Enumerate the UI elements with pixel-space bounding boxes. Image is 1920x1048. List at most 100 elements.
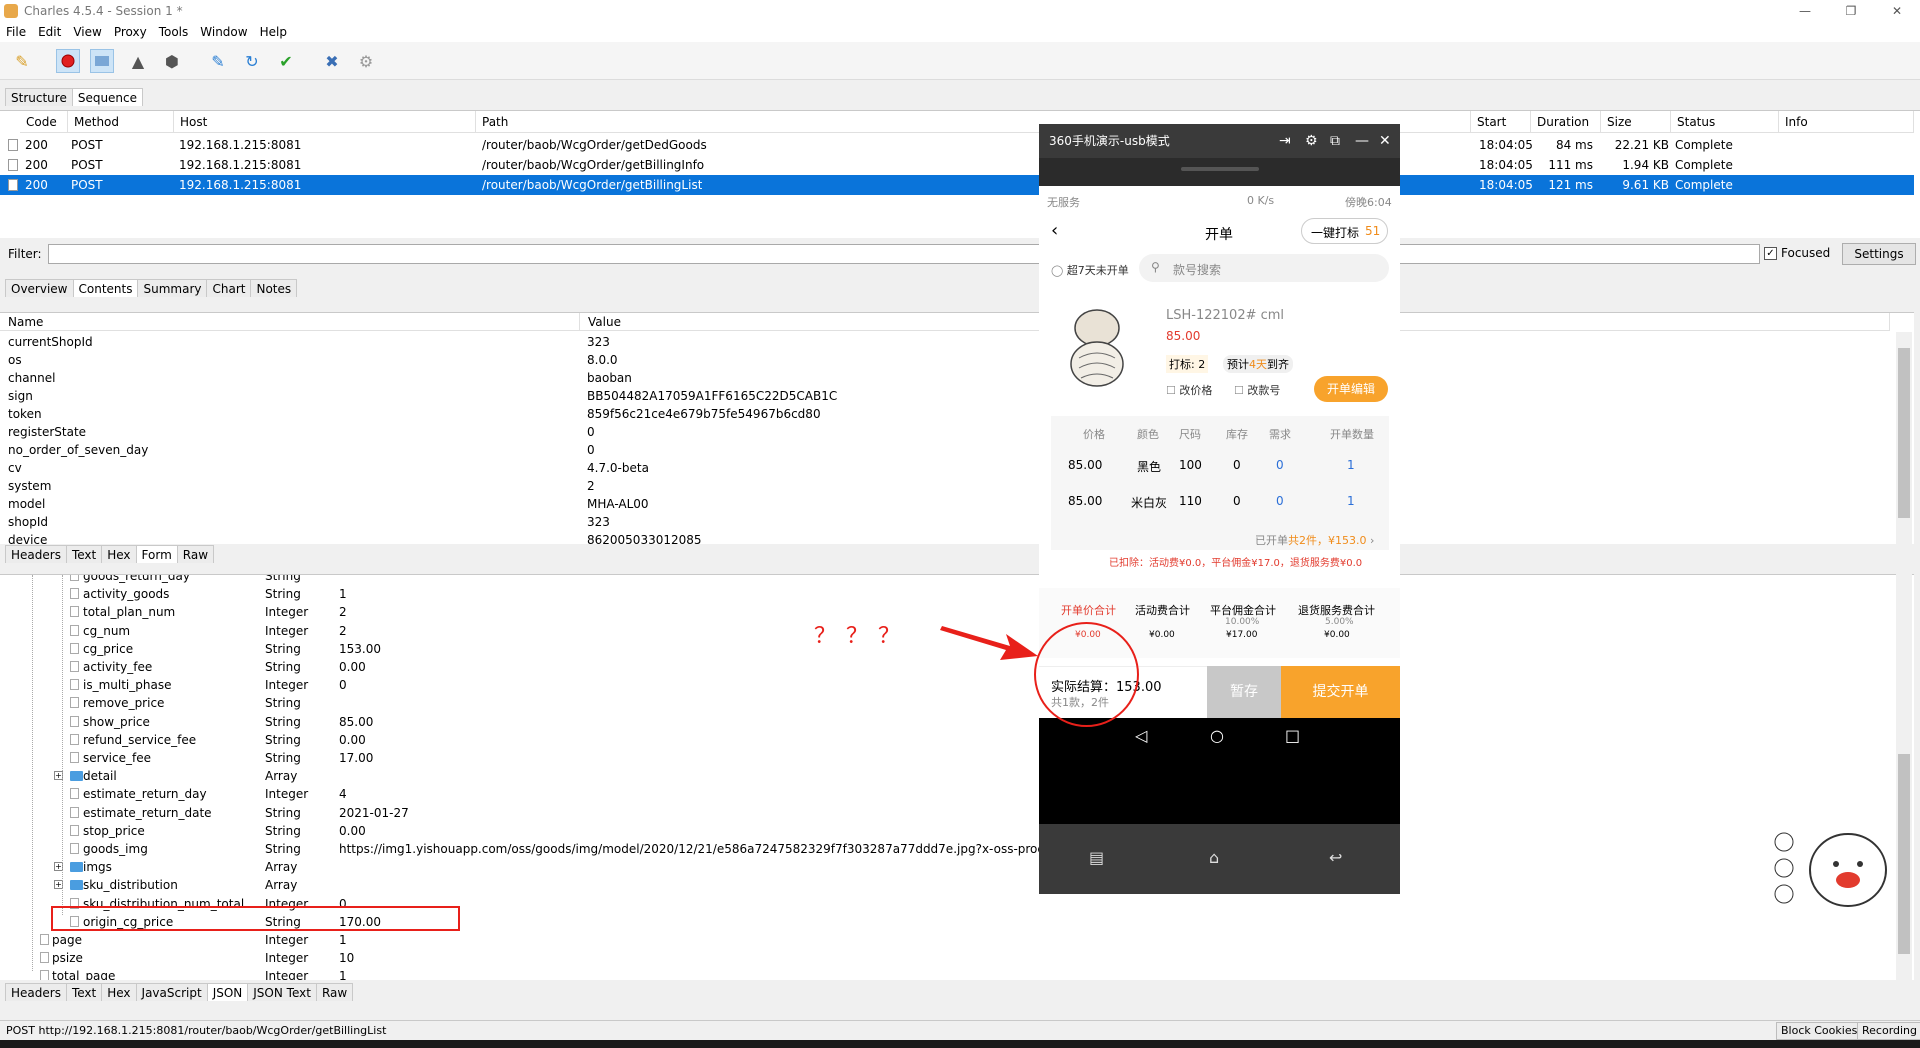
scroll-thumb[interactable] xyxy=(1898,754,1910,954)
pin-icon[interactable]: ⇥ xyxy=(1279,124,1291,158)
breakpoint-icon[interactable]: ⬢ xyxy=(160,49,184,73)
phone-settings-icon[interactable]: ⚙ xyxy=(1305,124,1318,158)
json-tree-row[interactable]: estimate_return_date String 2021-01-27 xyxy=(0,804,1100,822)
phone-close-icon[interactable]: ✕ xyxy=(1379,124,1391,158)
tab-res-headers[interactable]: Headers xyxy=(5,983,67,1001)
json-tree-row[interactable]: refund_service_fee String 0.00 xyxy=(0,731,1100,749)
tab-req-form[interactable]: Form xyxy=(135,545,178,563)
json-tree-row[interactable]: activity_goods String 1 xyxy=(0,585,1100,603)
filter-input[interactable] xyxy=(48,244,1760,264)
json-tree-row[interactable]: page Integer 1 xyxy=(0,931,1100,949)
settings-gear-icon[interactable]: ⚙ xyxy=(354,49,378,73)
json-tree-row[interactable]: is_multi_phase Integer 0 xyxy=(0,676,1100,694)
col-method[interactable]: Method xyxy=(68,111,174,133)
json-tree-row[interactable]: cg_price String 153.00 xyxy=(0,640,1100,658)
menu-help[interactable]: Help xyxy=(260,25,287,39)
menu-edit[interactable]: Edit xyxy=(38,25,61,39)
block-cookies-button[interactable]: Block Cookies xyxy=(1776,1022,1863,1040)
json-tree-row[interactable]: + imgs Array xyxy=(0,858,1100,876)
tab-res-json-text[interactable]: JSON Text xyxy=(247,983,317,1001)
tab-overview[interactable]: Overview xyxy=(5,279,74,297)
tab-chart[interactable]: Chart xyxy=(206,279,252,297)
json-tree-row[interactable]: + sku_distribution Array xyxy=(0,876,1100,894)
billed-summary[interactable]: 已开单共2件，¥153.0 › xyxy=(1255,532,1374,548)
minimize-button[interactable]: — xyxy=(1782,0,1828,22)
goods-thumbnail[interactable] xyxy=(1049,298,1145,394)
recent-apps-icon[interactable]: ▤ xyxy=(1089,848,1104,867)
json-tree-row[interactable]: + detail Array xyxy=(0,767,1100,785)
return-icon[interactable]: ↩ xyxy=(1329,848,1342,867)
table-row[interactable]: 200 POST 192.168.1.215:8081 /router/baob… xyxy=(0,155,1914,175)
tab-req-hex[interactable]: Hex xyxy=(101,545,137,563)
menu-window[interactable]: Window xyxy=(200,25,247,39)
tab-req-headers[interactable]: Headers xyxy=(5,545,67,563)
col-start[interactable]: Start xyxy=(1471,111,1531,133)
col-duration[interactable]: Duration xyxy=(1531,111,1601,133)
nav-back-icon[interactable]: ◁ xyxy=(1135,726,1147,745)
tab-res-hex[interactable]: Hex xyxy=(101,983,137,1001)
code-search-input[interactable]: ⚲ 款号搜索 xyxy=(1139,254,1389,282)
mark-all-button[interactable]: 一键打标 51 xyxy=(1301,218,1388,244)
json-tree-row[interactable]: estimate_return_day Integer 4 xyxy=(0,785,1100,803)
validate-icon[interactable]: ✔ xyxy=(274,49,298,73)
tab-structure[interactable]: Structure xyxy=(5,88,73,106)
submit-billing-button[interactable]: 提交开单 xyxy=(1281,666,1400,718)
change-price-checkbox[interactable]: ☐ 改价格 xyxy=(1166,382,1212,398)
turtle-icon[interactable]: ▲ xyxy=(126,49,150,73)
json-tree-row[interactable]: service_fee String 17.00 xyxy=(0,749,1100,767)
col-code[interactable]: Code xyxy=(20,111,68,133)
form-col-name[interactable]: Name xyxy=(0,313,580,331)
compose-icon[interactable]: ✎ xyxy=(206,49,230,73)
fullscreen-icon[interactable]: ⧉ xyxy=(1330,124,1340,158)
nav-home-icon[interactable]: ○ xyxy=(1210,726,1224,745)
tab-req-text[interactable]: Text xyxy=(65,545,103,563)
table-row[interactable]: 200 POST 192.168.1.215:8081 /router/baob… xyxy=(0,135,1914,155)
tab-summary[interactable]: Summary xyxy=(137,279,208,297)
unbilled-7days-filter[interactable]: ◯ 超7天未开单 xyxy=(1051,262,1129,278)
tab-sequence[interactable]: Sequence xyxy=(71,88,144,106)
col-size[interactable]: Size xyxy=(1601,111,1671,133)
settings-button[interactable]: Settings xyxy=(1842,243,1916,265)
tab-res-json[interactable]: JSON xyxy=(206,983,249,1001)
sku-quantity[interactable]: 1 xyxy=(1347,494,1355,508)
tab-notes[interactable]: Notes xyxy=(250,279,298,297)
menu-view[interactable]: View xyxy=(73,25,101,39)
tab-res-text[interactable]: Text xyxy=(65,983,103,1001)
json-tree-row[interactable]: stop_price String 0.00 xyxy=(0,822,1100,840)
save-draft-button[interactable]: 暂存 xyxy=(1207,666,1281,718)
json-tree-row[interactable]: goods_return_day String xyxy=(0,575,1100,585)
form-scrollbar[interactable] xyxy=(1896,332,1912,544)
json-tree-row[interactable]: total_page Integer 1 xyxy=(0,967,1100,980)
json-tree-row[interactable]: goods_img String https://img1.yishouapp.co… xyxy=(0,840,1100,858)
json-tree-row[interactable]: activity_fee String 0.00 xyxy=(0,658,1100,676)
focused-checkbox[interactable]: ✓ Focused xyxy=(1764,246,1830,260)
drag-handle[interactable] xyxy=(1181,167,1259,171)
back-arrow-icon[interactable]: ‹ xyxy=(1051,220,1058,241)
col-status[interactable]: Status xyxy=(1671,111,1779,133)
json-scrollbar[interactable] xyxy=(1896,574,1912,980)
broom-icon[interactable]: ✎ xyxy=(10,49,34,73)
recording-button[interactable]: Recording xyxy=(1857,1022,1920,1040)
throttle-button[interactable] xyxy=(90,49,114,73)
table-row-selected[interactable]: 200 POST 192.168.1.215:8081 /router/baob… xyxy=(0,175,1914,195)
menu-proxy[interactable]: Proxy xyxy=(114,25,147,39)
nav-recent-icon[interactable]: □ xyxy=(1285,726,1300,745)
restore-button[interactable]: ❐ xyxy=(1828,0,1874,22)
tab-res-javascript[interactable]: JavaScript xyxy=(135,983,208,1001)
close-button[interactable]: ✕ xyxy=(1874,0,1920,22)
menu-tools[interactable]: Tools xyxy=(159,25,189,39)
scroll-thumb[interactable] xyxy=(1898,348,1910,518)
phone-minimize-icon[interactable]: — xyxy=(1355,124,1369,158)
sku-quantity[interactable]: 1 xyxy=(1347,458,1355,472)
json-tree-row[interactable]: show_price String 85.00 xyxy=(0,713,1100,731)
tab-res-raw[interactable]: Raw xyxy=(315,983,354,1001)
menu-file[interactable]: File xyxy=(6,25,26,39)
json-tree-row[interactable]: psize Integer 10 xyxy=(0,949,1100,967)
edit-billing-button[interactable]: 开单编辑 xyxy=(1314,376,1388,402)
col-info[interactable]: Info xyxy=(1779,111,1914,133)
col-host[interactable]: Host xyxy=(174,111,476,133)
json-tree-row[interactable]: total_plan_num Integer 2 xyxy=(0,603,1100,621)
tab-req-raw[interactable]: Raw xyxy=(176,545,215,563)
repeat-icon[interactable]: ↻ xyxy=(240,49,264,73)
change-code-checkbox[interactable]: ☐ 改款号 xyxy=(1234,382,1280,398)
